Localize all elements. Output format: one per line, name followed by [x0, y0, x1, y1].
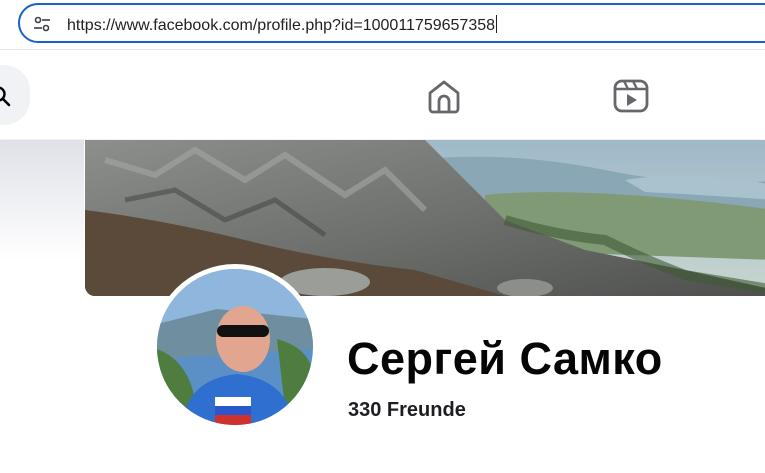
cover-photo[interactable] [85, 140, 765, 296]
profile-name: Сергей Самко [347, 333, 663, 384]
search-icon[interactable] [0, 85, 12, 107]
tune-icon[interactable] [33, 15, 51, 33]
browser-toolbar: https://www.facebook.com/profile.php?id=… [0, 0, 765, 50]
side-panel-fade [0, 140, 84, 260]
avatar[interactable] [157, 269, 313, 425]
facebook-header [0, 51, 765, 139]
address-bar[interactable]: https://www.facebook.com/profile.php?id=… [18, 3, 765, 43]
home-icon[interactable] [424, 76, 464, 116]
video-icon[interactable] [611, 76, 651, 116]
url-input[interactable]: https://www.facebook.com/profile.php?id=… [67, 15, 498, 35]
friends-count[interactable]: 330 Freunde [348, 399, 466, 422]
